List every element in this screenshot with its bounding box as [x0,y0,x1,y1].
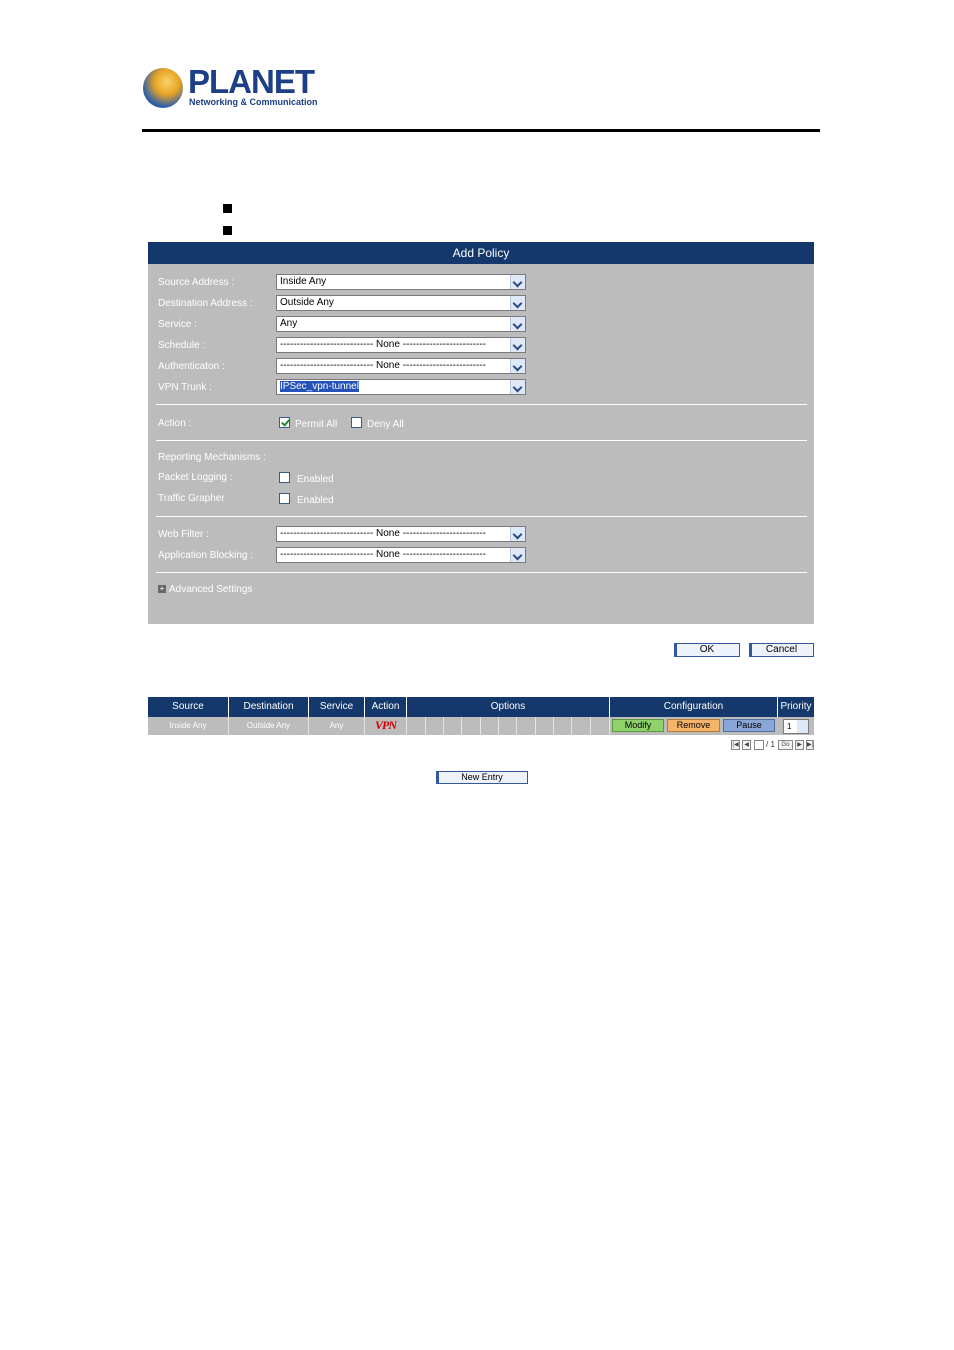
col-source-header: Source [148,697,229,717]
web-filter-select[interactable]: ---------------------------- None ------… [276,526,526,542]
option-cell [517,717,536,735]
section-divider [156,516,807,517]
ok-button[interactable]: OK [674,643,740,657]
service-select[interactable]: Any [276,316,526,332]
first-page-icon[interactable]: |◀ [731,740,740,750]
traffic-grapher-option: Enabled [297,495,334,506]
vpn-action-icon: VPN [375,718,397,732]
schedule-select[interactable]: ---------------------------- None ------… [276,337,526,353]
web-filter-label: Web Filter : [158,529,209,540]
packet-logging-option: Enabled [297,474,334,485]
source-address-select[interactable]: Inside Any [276,274,526,290]
next-page-icon[interactable]: ▶ [795,740,804,750]
option-cell [591,717,610,735]
chevron-down-icon[interactable] [510,380,525,394]
authentication-select[interactable]: ---------------------------- None ------… [276,358,526,374]
deny-all-checkbox[interactable] [351,417,362,428]
action-label: Action : [158,418,192,429]
section-divider [156,572,807,573]
bullet-square-icon [223,204,232,213]
schedule-label: Schedule : [158,340,206,351]
priority-select[interactable]: 1 [783,719,809,734]
prev-page-icon[interactable]: ◀ [742,740,751,750]
row-destination: Outside Any [229,717,309,735]
new-entry-button[interactable]: New Entry [436,771,528,784]
page-total: / 1 [766,740,775,749]
header-divider [142,129,820,132]
col-service-header: Service [309,697,365,717]
chevron-down-icon[interactable] [510,296,525,310]
brand-name: PLANET [188,63,315,100]
brand-tagline: Networking & Communication [189,97,318,107]
modify-button[interactable]: Modify [612,719,664,732]
section-divider [156,440,807,441]
option-cell [407,717,426,735]
destination-address-select[interactable]: Outside Any [276,295,526,311]
last-page-icon[interactable]: ▶| [806,740,814,750]
cancel-button[interactable]: Cancel [749,643,814,657]
option-cell [444,717,462,735]
option-cell [554,717,572,735]
expand-plus-icon[interactable]: + [158,585,166,593]
remove-button[interactable]: Remove [667,719,720,732]
section-divider [156,404,807,405]
authentication-label: Authenticaton : [158,361,225,372]
vpn-trunk-select[interactable]: IPSec_vpn-tunnel [276,379,526,395]
chevron-down-icon[interactable] [510,359,525,373]
panel-title: Add Policy [148,242,814,264]
col-priority-header: Priority [778,697,814,717]
bullet-square-icon [223,226,232,235]
option-cell [481,717,499,735]
source-address-label: Source Address : [158,277,235,288]
vpn-trunk-label: VPN Trunk : [158,382,212,393]
traffic-grapher-checkbox[interactable] [279,493,290,504]
option-cell [426,717,444,735]
option-cell [499,717,517,735]
option-cell [572,717,591,735]
chevron-down-icon[interactable] [510,338,525,352]
service-label: Service : [158,319,197,330]
permit-all-checkbox[interactable] [279,417,290,428]
advanced-settings-link[interactable]: Advanced Settings [169,584,252,596]
go-button[interactable]: Go [778,740,793,750]
packet-logging-label: Packet Logging : [158,472,233,483]
reporting-mechanisms-label: Reporting Mechanisms : [158,452,266,463]
packet-logging-checkbox[interactable] [279,472,290,483]
col-action-header: Action [365,697,407,717]
traffic-grapher-label: Traffic Grapher [158,493,225,504]
chevron-down-icon[interactable] [510,275,525,289]
chevron-down-icon[interactable] [797,720,808,733]
deny-all-label: Deny All [367,419,404,430]
planet-logo-icon [143,68,183,108]
permit-all-label: Permit All [295,419,338,430]
col-options-header: Options [407,697,610,717]
chevron-down-icon[interactable] [510,317,525,331]
chevron-down-icon[interactable] [510,548,525,562]
page-number-input[interactable] [754,740,764,750]
destination-address-label: Destination Address : [158,298,253,309]
application-blocking-label: Application Blocking : [158,550,254,561]
col-configuration-header: Configuration [610,697,778,717]
pause-button[interactable]: Pause [723,719,775,732]
row-service: Any [309,717,365,735]
chevron-down-icon[interactable] [510,527,525,541]
col-destination-header: Destination [229,697,309,717]
option-cell [536,717,554,735]
option-cell [462,717,481,735]
row-source: Inside Any [148,717,229,735]
application-blocking-select[interactable]: ---------------------------- None ------… [276,547,526,563]
